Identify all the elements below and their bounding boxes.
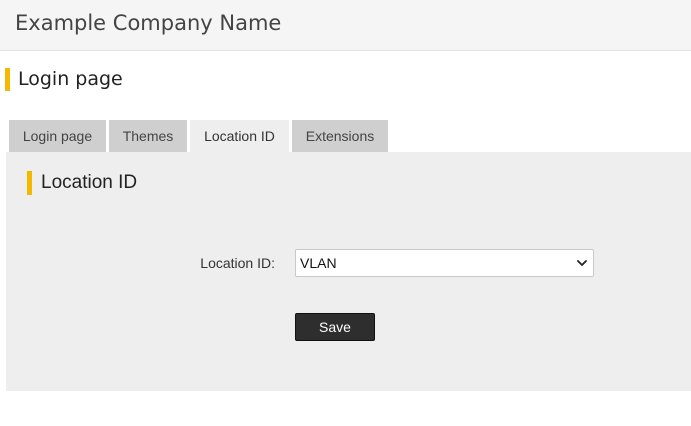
location-id-label: Location ID: [200,255,275,271]
company-name: Example Company Name [15,11,282,35]
tab-extensions[interactable]: Extensions [292,120,388,152]
location-id-select[interactable]: VLAN [295,249,594,277]
section-title-accent [27,171,32,195]
tab-themes[interactable]: Themes [109,120,187,152]
save-button[interactable]: Save [295,313,375,341]
top-header: Example Company Name [0,0,691,51]
page-title: Login page [18,68,123,90]
tab-login-page[interactable]: Login page [9,120,106,152]
section-title: Location ID [41,172,138,193]
chevron-down-icon [577,260,587,266]
page-title-accent [5,68,10,91]
location-id-select-value: VLAN [300,255,337,271]
tab-location-id[interactable]: Location ID [190,120,289,152]
